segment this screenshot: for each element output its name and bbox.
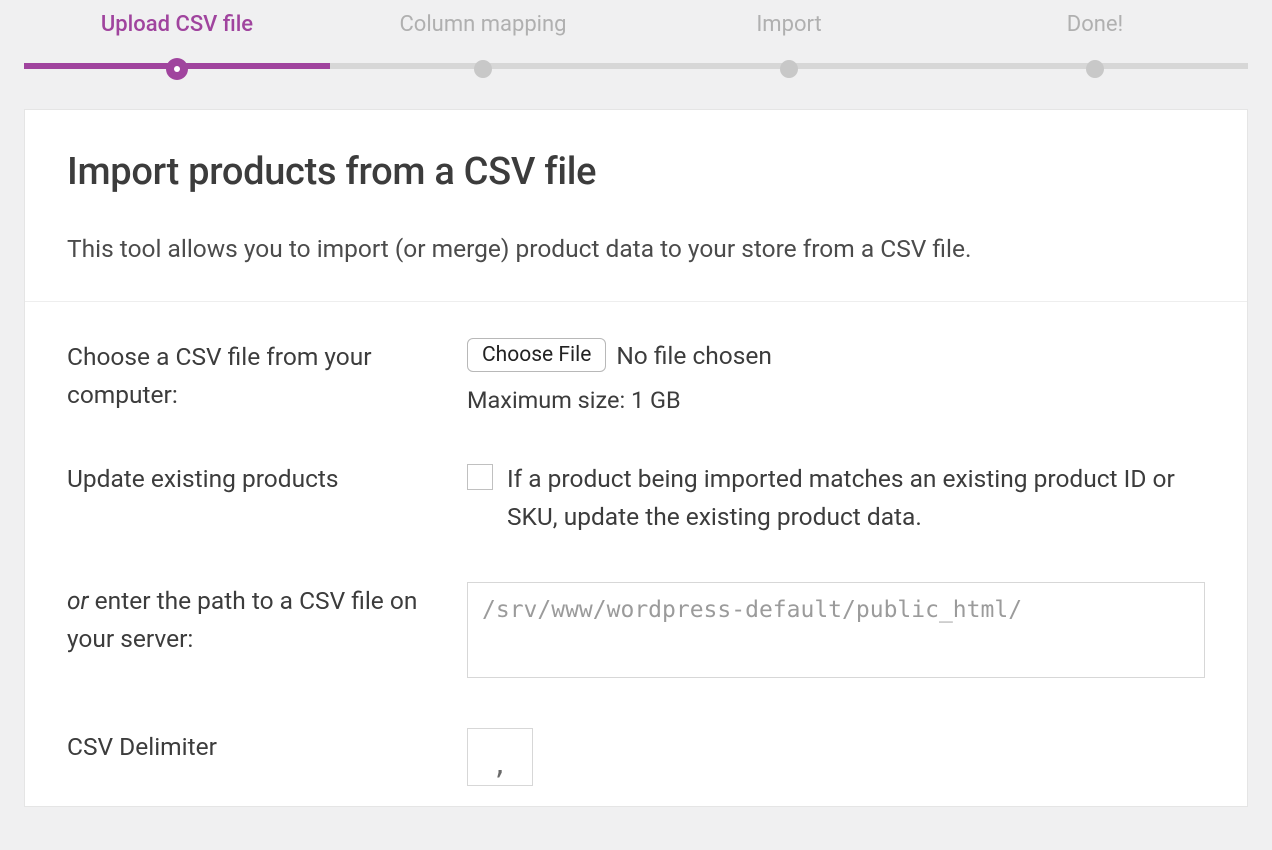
file-size-hint: Maximum size: 1 GB: [467, 386, 1205, 414]
step-done[interactable]: Done!: [942, 12, 1248, 69]
update-existing-description: If a product being imported matches an e…: [507, 460, 1205, 536]
step-label: Done!: [1067, 12, 1123, 37]
delimiter-label: CSV Delimiter: [67, 728, 467, 766]
page-title: Import products from a CSV file: [67, 150, 1205, 194]
step-dot-icon: [780, 60, 798, 78]
row-server-path: or enter the path to a CSV file on your …: [67, 582, 1205, 682]
choose-file-label: Choose a CSV file from your computer:: [67, 338, 467, 414]
import-form: Choose a CSV file from your computer: Ch…: [25, 302, 1247, 806]
step-column-mapping[interactable]: Column mapping: [330, 12, 636, 69]
delimiter-input[interactable]: [467, 728, 533, 786]
step-label: Column mapping: [399, 12, 566, 37]
step-dot-icon: [166, 58, 188, 80]
progress-stepper: Upload CSV file Column mapping Import Do…: [24, 0, 1248, 109]
page-description: This tool allows you to import (or merge…: [67, 232, 1205, 265]
server-path-label: or enter the path to a CSV file on your …: [67, 582, 467, 658]
server-path-label-prefix: or: [67, 586, 89, 615]
update-existing-label: Update existing products: [67, 460, 467, 498]
update-existing-checkbox[interactable]: [467, 464, 493, 490]
row-choose-file: Choose a CSV file from your computer: Ch…: [67, 338, 1205, 414]
row-update-existing: Update existing products If a product be…: [67, 460, 1205, 536]
step-label: Import: [756, 12, 821, 37]
import-card: Import products from a CSV file This too…: [24, 109, 1248, 807]
server-path-input[interactable]: [467, 582, 1205, 678]
step-dot-icon: [474, 60, 492, 78]
step-dot-icon: [1086, 60, 1104, 78]
card-header: Import products from a CSV file This too…: [25, 110, 1247, 302]
row-delimiter: CSV Delimiter: [67, 728, 1205, 786]
step-label: Upload CSV file: [101, 12, 253, 37]
server-path-label-rest: enter the path to a CSV file on your ser…: [67, 586, 417, 653]
choose-file-button[interactable]: Choose File: [467, 338, 606, 372]
file-chosen-status: No file chosen: [616, 341, 772, 370]
step-import[interactable]: Import: [636, 12, 942, 69]
step-upload[interactable]: Upload CSV file: [24, 12, 330, 69]
